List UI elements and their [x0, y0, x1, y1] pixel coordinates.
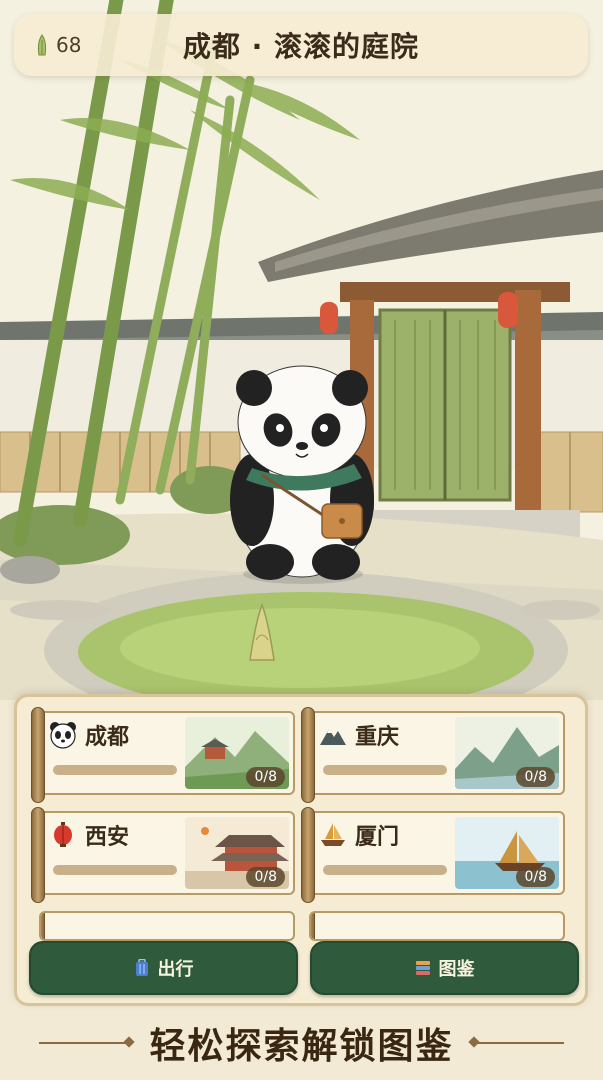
city-card-xiamen[interactable]: 厦门 0/8 [301, 807, 565, 903]
courtyard-illustration [0, 0, 603, 700]
decorative-divider [473, 1042, 564, 1044]
progress-badge: 0/8 [516, 867, 555, 887]
city-card-partial-right[interactable] [309, 911, 565, 941]
city-name-row: 西安 [49, 819, 129, 851]
progress-bar [323, 865, 447, 875]
city-name: 西安 [85, 825, 130, 850]
city-card-chengdu[interactable]: 成都 0/8 [31, 707, 295, 803]
scroll-roll [301, 707, 315, 803]
city-card-chongqing[interactable]: 重庆 0/8 [301, 707, 565, 803]
scroll-roll [301, 807, 315, 903]
progress-badge: 0/8 [516, 767, 555, 787]
progress-bar [323, 765, 447, 775]
city-card-partial-left[interactable] [39, 911, 295, 941]
page-title: 成都 · 滚滚的庭院 [182, 30, 420, 63]
progress-badge: 0/8 [246, 767, 285, 787]
decorative-divider [39, 1042, 130, 1044]
city-name-row: 重庆 [319, 719, 399, 751]
city-name-row: 厦门 [319, 819, 399, 851]
scroll-roll [31, 707, 45, 803]
city-name: 重庆 [355, 725, 400, 750]
lantern-icon [54, 822, 72, 847]
courtyard-scene [0, 0, 603, 700]
scroll-roll [41, 913, 45, 939]
scroll-roll [31, 807, 45, 903]
action-bar: 出行 图鉴 [29, 941, 579, 995]
panda-icon [50, 722, 76, 749]
city-name: 厦门 [355, 825, 400, 850]
travel-button[interactable]: 出行 [29, 941, 298, 995]
collection-button[interactable]: 图鉴 [310, 941, 579, 995]
mountain-icon [320, 729, 346, 745]
city-name: 成都 [85, 725, 130, 750]
city-card-xian[interactable]: 西安 0/8 [31, 807, 295, 903]
panda-character[interactable] [230, 365, 374, 584]
sailboat-icon [321, 823, 345, 846]
book-icon [415, 961, 430, 975]
scroll-roll [311, 913, 315, 939]
collection-label: 图鉴 [438, 959, 475, 980]
city-name-row: 成都 [49, 719, 129, 751]
top-bar: 68 成都 · 滚滚的庭院 [14, 14, 588, 76]
footer-slogan: 轻松探索解锁图鉴 [149, 1026, 454, 1067]
progress-badge: 0/8 [246, 867, 285, 887]
city-panel: 成都 0/8 重庆 0/8 西安 0/8 厦门 0/8 出行 图鉴 [14, 694, 588, 1006]
progress-bar [53, 765, 177, 775]
city-grid: 成都 0/8 重庆 0/8 西安 0/8 厦门 0/8 [31, 707, 565, 941]
progress-bar [53, 865, 177, 875]
footer-banner: 轻松探索解锁图鉴 [0, 1006, 603, 1080]
luggage-icon [135, 959, 148, 976]
travel-label: 出行 [157, 959, 194, 980]
